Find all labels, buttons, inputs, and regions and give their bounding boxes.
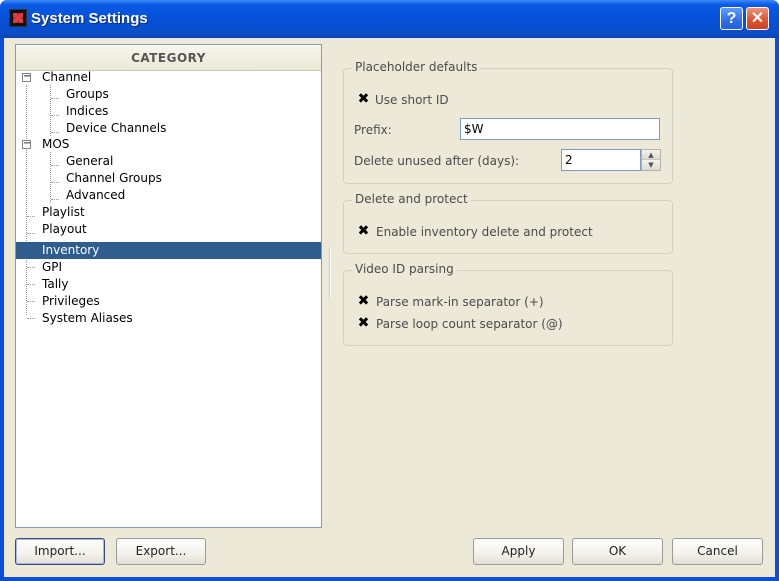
tree-item-system-aliases[interactable]: System Aliases bbox=[42, 310, 133, 327]
tree-line bbox=[27, 233, 35, 234]
prefix-input[interactable]: $W bbox=[460, 118, 660, 140]
prefix-label: Prefix: bbox=[354, 123, 392, 137]
parse-markin-checkbox[interactable]: ✖ bbox=[357, 294, 370, 308]
tree-line bbox=[51, 115, 59, 116]
apply-button[interactable]: Apply bbox=[473, 538, 564, 565]
tree-line bbox=[51, 132, 59, 133]
group-title: Delete and protect bbox=[352, 192, 471, 206]
enable-inventory-delete-label: Enable inventory delete and protect bbox=[376, 225, 593, 239]
tree-item-playout[interactable]: Playout bbox=[42, 221, 87, 238]
tree-line bbox=[51, 199, 59, 200]
app-icon bbox=[9, 9, 27, 27]
close-button[interactable]: ✕ bbox=[746, 7, 769, 30]
enable-inventory-delete-checkbox[interactable]: ✖ bbox=[357, 224, 370, 238]
delete-unused-spinner: ▲ ▼ bbox=[641, 149, 661, 171]
tree-line bbox=[50, 152, 51, 203]
tree-item-inventory[interactable]: Inventory bbox=[42, 242, 99, 259]
tree-line bbox=[51, 182, 59, 183]
tree-line bbox=[26, 85, 27, 315]
use-short-id-checkbox[interactable]: ✖ bbox=[357, 92, 370, 106]
tree-item-groups[interactable]: Groups bbox=[66, 86, 109, 103]
tree-line bbox=[51, 98, 59, 99]
help-button[interactable]: ? bbox=[720, 7, 743, 30]
import-button[interactable]: Import... bbox=[15, 538, 105, 565]
spin-up-icon[interactable]: ▲ bbox=[642, 150, 660, 160]
window-title: System Settings bbox=[31, 10, 148, 27]
parse-loop-checkbox[interactable]: ✖ bbox=[357, 316, 370, 330]
tree-item-device-channels[interactable]: Device Channels bbox=[66, 120, 166, 137]
system-settings-window: System Settings ? ✕ CATEGORY − Channel G… bbox=[0, 0, 779, 581]
tree-item-gpi[interactable]: GPI bbox=[42, 259, 62, 276]
tree-line bbox=[51, 165, 59, 166]
ok-button[interactable]: OK bbox=[572, 538, 663, 565]
tree-item-tally[interactable]: Tally bbox=[42, 276, 68, 293]
tree-item-privileges[interactable]: Privileges bbox=[42, 293, 100, 310]
category-panel: CATEGORY − Channel Groups Indices Device… bbox=[15, 44, 322, 528]
tree-item-playlist[interactable]: Playlist bbox=[42, 204, 85, 221]
tree-item-advanced[interactable]: Advanced bbox=[66, 187, 125, 204]
tree-item-channel-groups[interactable]: Channel Groups bbox=[66, 170, 162, 187]
delete-unused-label: Delete unused after (days): bbox=[354, 154, 520, 168]
category-header: CATEGORY bbox=[16, 45, 321, 71]
collapse-icon[interactable]: − bbox=[22, 72, 31, 82]
title-bar[interactable]: System Settings ? ✕ bbox=[0, 0, 779, 38]
category-tree[interactable]: − Channel Groups Indices Device Channels… bbox=[16, 69, 321, 527]
collapse-icon[interactable]: − bbox=[22, 139, 31, 149]
delete-unused-days-input[interactable]: 2 bbox=[561, 149, 641, 171]
tree-item-channel[interactable]: Channel bbox=[42, 69, 91, 86]
tree-line bbox=[27, 216, 35, 217]
tree-line bbox=[27, 301, 35, 302]
tree-item-mos[interactable]: MOS bbox=[42, 136, 69, 153]
group-title: Placeholder defaults bbox=[352, 60, 481, 74]
parse-loop-label: Parse loop count separator (@) bbox=[376, 317, 563, 331]
dialog-client-area: CATEGORY − Channel Groups Indices Device… bbox=[4, 38, 775, 577]
tree-item-general[interactable]: General bbox=[66, 153, 113, 170]
group-title: Video ID parsing bbox=[352, 262, 457, 276]
parse-markin-label: Parse mark-in separator (+) bbox=[376, 295, 544, 309]
tree-line bbox=[27, 267, 35, 268]
cancel-button[interactable]: Cancel bbox=[672, 538, 763, 565]
tree-line bbox=[50, 85, 51, 136]
spin-down-icon[interactable]: ▼ bbox=[642, 160, 660, 170]
tree-line bbox=[27, 318, 35, 319]
panel-splitter[interactable] bbox=[329, 248, 331, 298]
tree-line bbox=[27, 284, 35, 285]
use-short-id-label: Use short ID bbox=[375, 93, 449, 107]
tree-item-indices[interactable]: Indices bbox=[66, 103, 108, 120]
export-button[interactable]: Export... bbox=[116, 538, 206, 565]
